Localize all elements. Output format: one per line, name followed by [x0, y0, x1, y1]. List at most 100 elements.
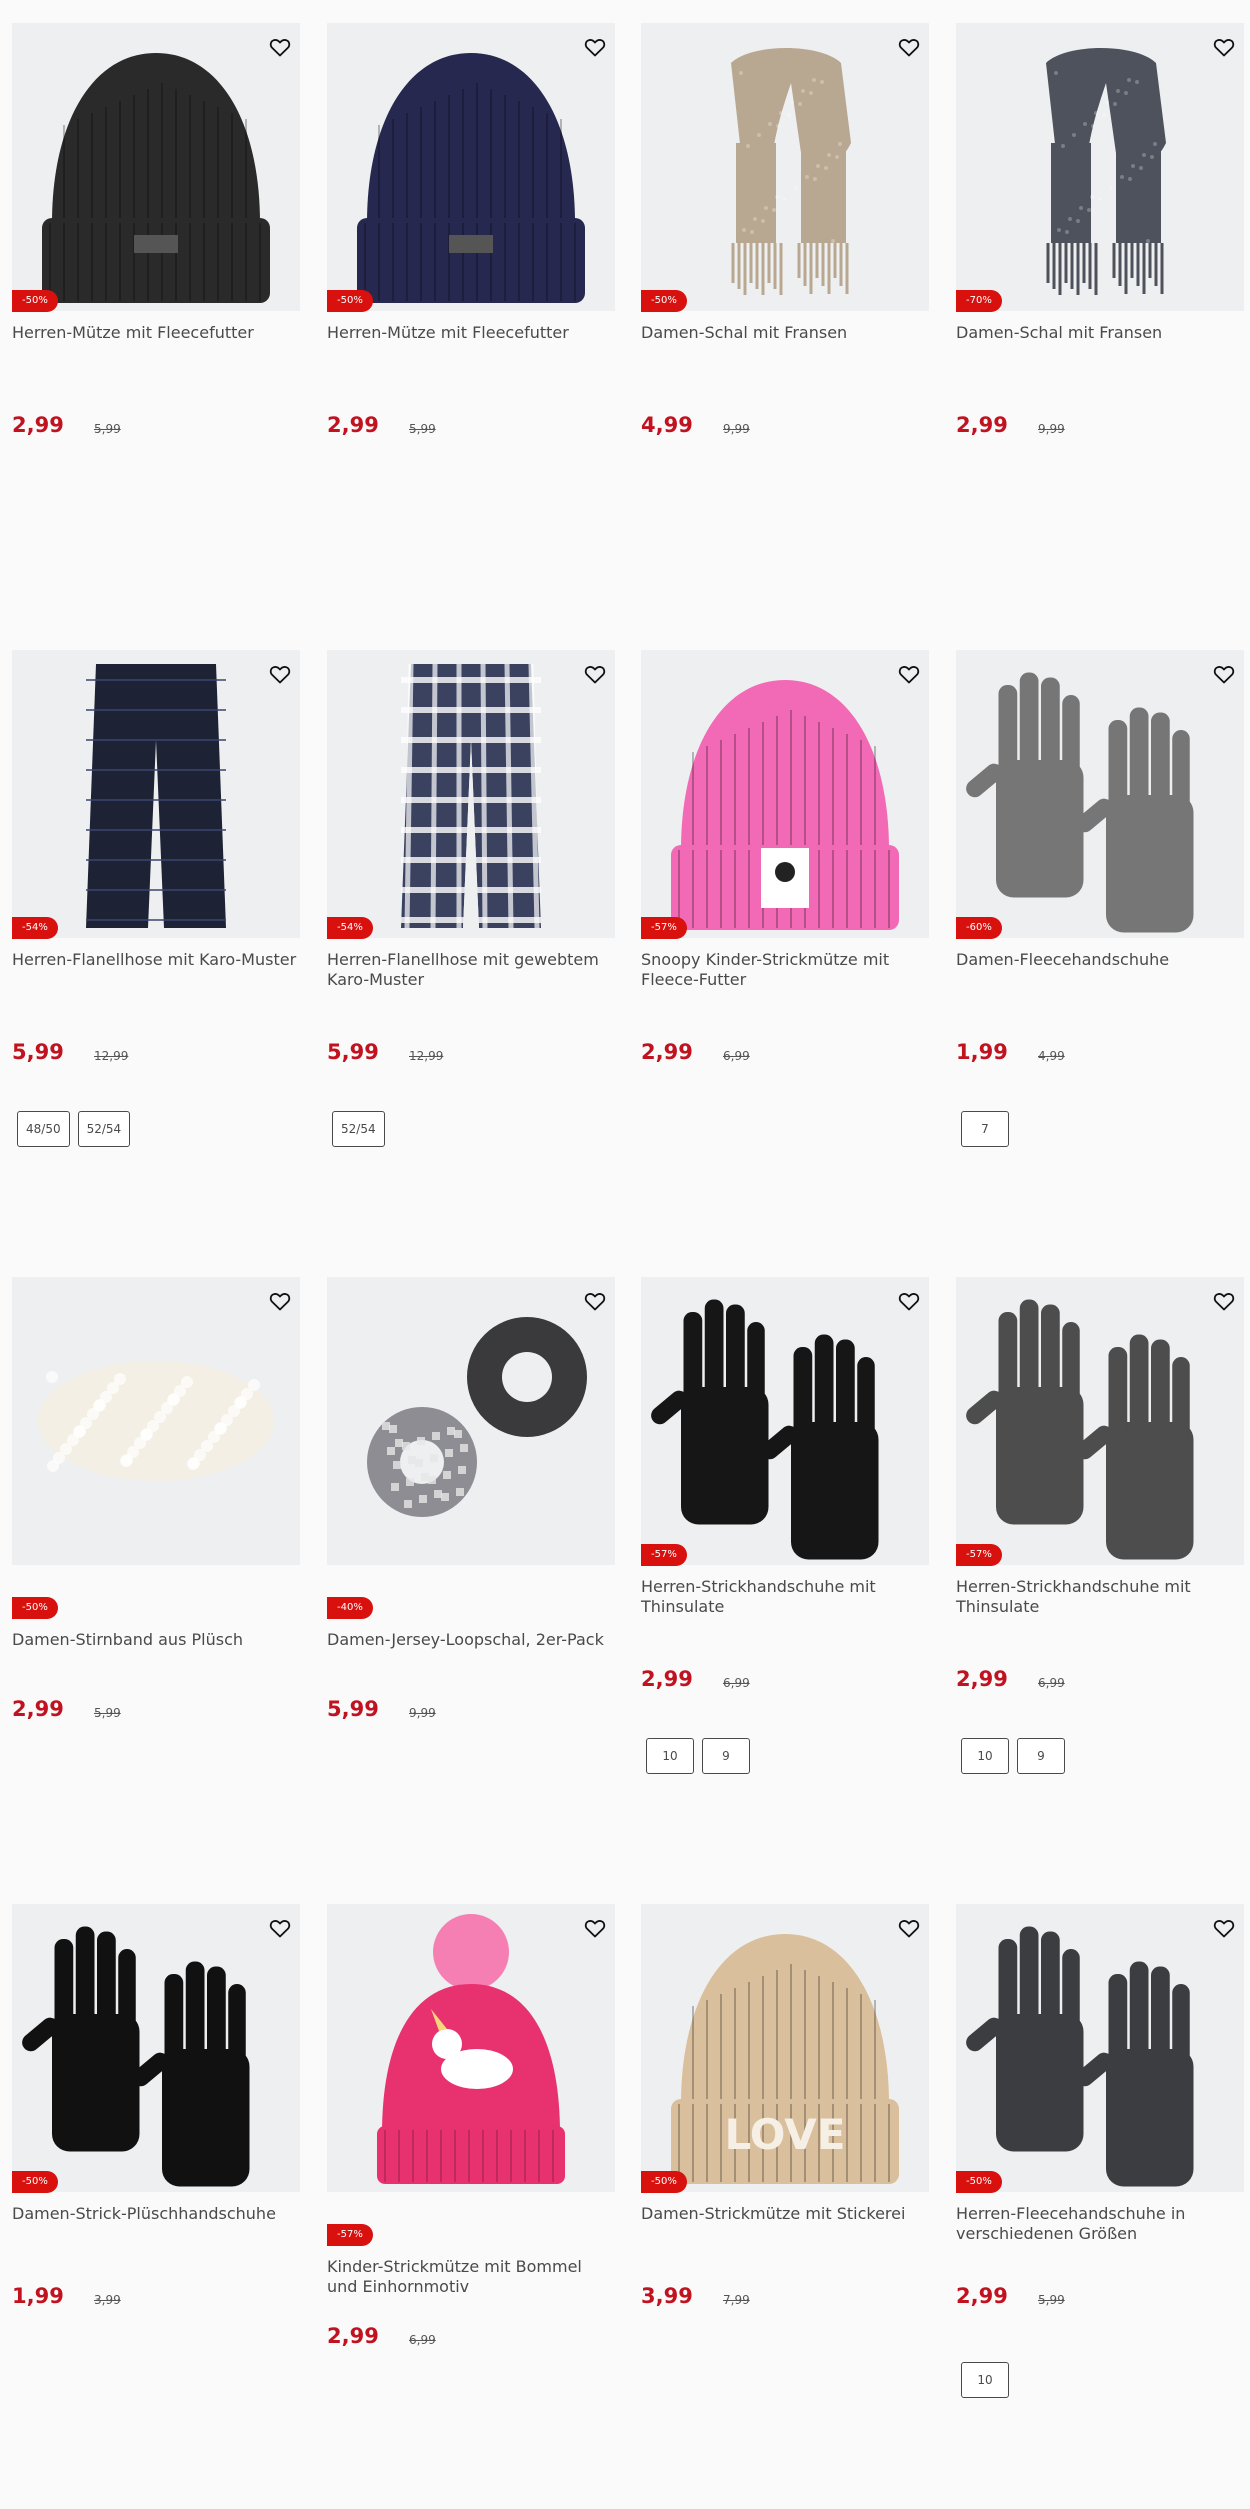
original-price: 7,99 [723, 2293, 750, 2307]
product-card[interactable]: -54% Herren-Flanellhose mit Karo-Muster … [12, 650, 300, 1210]
product-title[interactable]: Kinder-Strickmütze mit Bommel und Einhor… [327, 2257, 615, 2297]
original-price: 6,99 [723, 1676, 750, 1690]
wishlist-heart-icon[interactable] [268, 662, 292, 686]
wishlist-heart-icon[interactable] [897, 1289, 921, 1313]
product-card[interactable]: -50% Herren-Mütze mit Fleecefutter 2,99 … [327, 23, 615, 583]
product-price: 2,99 [641, 1040, 693, 1064]
product-price: 5,99 [12, 1040, 64, 1064]
wishlist-heart-icon[interactable] [268, 1916, 292, 1940]
product-image[interactable] [327, 650, 615, 938]
product-title[interactable]: Damen-Strickmütze mit Stickerei [641, 2204, 929, 2224]
product-title[interactable]: Herren-Flanellhose mit gewebtem Karo-Mus… [327, 950, 615, 990]
product-title[interactable]: Damen-Stirnband aus Plüsch [12, 1630, 300, 1650]
navy-beanie-image [357, 53, 585, 303]
product-image[interactable]: LOVE [641, 1904, 929, 2192]
wishlist-heart-icon[interactable] [1212, 662, 1236, 686]
product-image[interactable] [956, 23, 1244, 311]
product-image[interactable] [956, 1277, 1244, 1565]
size-option[interactable]: 10 [961, 2362, 1009, 2398]
size-option[interactable]: 10 [961, 1738, 1009, 1774]
discount-badge: -50% [641, 2171, 687, 2193]
wishlist-heart-icon[interactable] [1212, 1289, 1236, 1313]
product-title[interactable]: Herren-Strickhandschuhe mit Thinsulate [641, 1577, 929, 1617]
size-option[interactable]: 9 [1017, 1738, 1065, 1774]
product-image[interactable] [12, 1277, 300, 1565]
discount-badge: -50% [12, 1597, 58, 1619]
product-title[interactable]: Snoopy Kinder-Strickmütze mit Fleece-Fut… [641, 950, 929, 990]
product-card[interactable]: -60% Damen-Fleecehandschuhe 1,99 4,99 7 [956, 650, 1244, 1210]
product-image[interactable] [641, 23, 929, 311]
wishlist-heart-icon[interactable] [897, 1916, 921, 1940]
product-image[interactable] [12, 23, 300, 311]
product-image[interactable] [327, 1904, 615, 2192]
product-card[interactable]: -54% Herren-Flanellhose mit gewebtem Kar… [327, 650, 615, 1210]
product-image[interactable] [12, 1904, 300, 2192]
original-price: 9,99 [409, 1706, 436, 1720]
product-price: 2,99 [956, 1667, 1008, 1691]
product-title[interactable]: Damen-Fleecehandschuhe [956, 950, 1244, 970]
product-image[interactable] [12, 650, 300, 938]
wishlist-heart-icon[interactable] [897, 662, 921, 686]
product-card[interactable]: -57% Kinder-Strickmütze mit Bommel und E… [327, 1904, 615, 2464]
product-card[interactable]: -50% Herren-Mütze mit Fleecefutter 2,99 … [12, 23, 300, 583]
discount-badge: -50% [12, 290, 58, 312]
product-title[interactable]: Herren-Strickhandschuhe mit Thinsulate [956, 1577, 1244, 1617]
product-title[interactable]: Herren-Mütze mit Fleecefutter [327, 323, 615, 343]
product-card[interactable]: -70% Damen-Schal mit Fransen 2,99 9,99 [956, 23, 1244, 583]
size-options: 10 9 [646, 1738, 750, 1774]
size-options: 52/54 [332, 1111, 385, 1147]
product-image[interactable] [956, 650, 1244, 938]
wishlist-heart-icon[interactable] [268, 35, 292, 59]
product-image[interactable] [641, 1277, 929, 1565]
black-knit-gloves-image [651, 1299, 879, 1560]
product-title[interactable]: Damen-Strick-Plüschhandschuhe [12, 2204, 300, 2224]
product-card[interactable]: -57% Herren-Strickhandschuhe mit Thinsul… [641, 1277, 929, 1837]
size-option[interactable]: 48/50 [17, 1111, 70, 1147]
original-price: 5,99 [1038, 2293, 1065, 2307]
dark-fleece-gloves-image [966, 1926, 1194, 2187]
product-image[interactable] [327, 1277, 615, 1565]
product-card[interactable]: -50% Damen-Strick-Plüschhandschuhe 1,99 … [12, 1904, 300, 2464]
size-option[interactable]: 52/54 [332, 1111, 385, 1147]
product-image[interactable] [327, 23, 615, 311]
product-card[interactable]: -57% Herren-Strickhandschuhe mit Thinsul… [956, 1277, 1244, 1837]
size-option[interactable]: 52/54 [77, 1111, 131, 1147]
size-option[interactable]: 7 [961, 1111, 1009, 1147]
product-title[interactable]: Damen-Schal mit Fransen [641, 323, 929, 343]
product-price: 3,99 [641, 2284, 693, 2308]
love-beanie-image: LOVE [671, 1934, 899, 2184]
product-card[interactable]: -57% Snoopy Kinder-Strickmütze mit Fleec… [641, 650, 929, 1210]
wishlist-heart-icon[interactable] [1212, 1916, 1236, 1940]
product-title[interactable]: Damen-Jersey-Loopschal, 2er-Pack [327, 1630, 615, 1650]
original-price: 6,99 [409, 2333, 436, 2347]
wishlist-heart-icon[interactable] [583, 1916, 607, 1940]
product-card[interactable]: -50% Damen-Schal mit Fransen 4,99 9,99 [641, 23, 929, 583]
discount-badge: -57% [641, 1544, 687, 1566]
size-option[interactable]: 10 [646, 1738, 694, 1774]
discount-badge: -57% [641, 917, 687, 939]
wishlist-heart-icon[interactable] [583, 35, 607, 59]
product-card[interactable]: LOVE -50% Damen-Strickmütze mit Stickere… [641, 1904, 929, 2464]
product-card[interactable]: -40% Damen-Jersey-Loopschal, 2er-Pack 5,… [327, 1277, 615, 1837]
product-title[interactable]: Herren-Fleecehandschuhe in verschiedenen… [956, 2204, 1244, 2244]
product-price: 2,99 [956, 2284, 1008, 2308]
wishlist-heart-icon[interactable] [1212, 35, 1236, 59]
product-title[interactable]: Damen-Schal mit Fransen [956, 323, 1244, 343]
product-image[interactable] [956, 1904, 1244, 2192]
plaid-pants-image [401, 663, 541, 929]
product-title[interactable]: Herren-Flanellhose mit Karo-Muster [12, 950, 300, 970]
product-price: 2,99 [641, 1667, 693, 1691]
size-options: 10 9 [961, 1738, 1065, 1774]
product-price: 2,99 [327, 413, 379, 437]
product-image[interactable] [641, 650, 929, 938]
product-card[interactable]: -50% Herren-Fleecehandschuhe in verschie… [956, 1904, 1244, 2464]
wishlist-heart-icon[interactable] [583, 662, 607, 686]
discount-badge: -57% [327, 2224, 373, 2246]
wishlist-heart-icon[interactable] [268, 1289, 292, 1313]
product-card[interactable]: -50% Damen-Stirnband aus Plüsch 2,99 5,9… [12, 1277, 300, 1837]
size-option[interactable]: 9 [702, 1738, 750, 1774]
wishlist-heart-icon[interactable] [583, 1289, 607, 1313]
black-plush-gloves-image [22, 1926, 250, 2187]
product-title[interactable]: Herren-Mütze mit Fleecefutter [12, 323, 300, 343]
wishlist-heart-icon[interactable] [897, 35, 921, 59]
